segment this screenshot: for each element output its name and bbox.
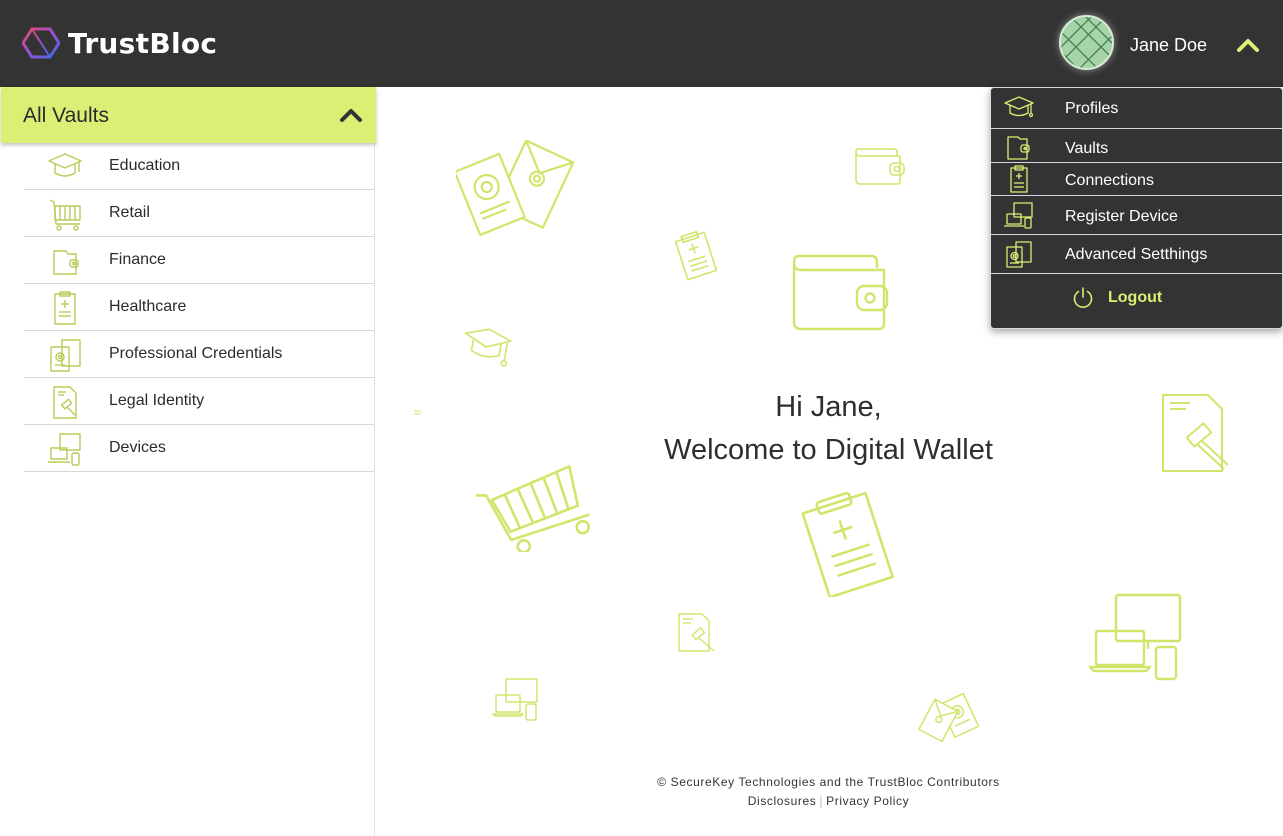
menu-item-vaults[interactable]: Vaults — [991, 129, 1283, 163]
vault-item-retail[interactable]: Retail — [24, 190, 374, 237]
chevron-up-icon[interactable] — [1236, 36, 1260, 54]
vault-item-label: Devices — [109, 439, 166, 456]
menu-item-label: Vaults — [1065, 140, 1109, 157]
passport-documents-icon — [918, 692, 980, 743]
page-footer: © SecureKey Technologies and the TrustBl… — [376, 773, 1281, 811]
clipboard-icon — [1010, 165, 1028, 193]
vault-item-label: Education — [109, 157, 181, 174]
vault-item-education[interactable]: Education — [24, 143, 374, 190]
trustbloc-logo[interactable]: TrustBloc — [22, 26, 217, 60]
vault-item-devices[interactable]: Devices — [24, 425, 374, 472]
wallet-icon — [53, 250, 79, 275]
medical-clipboard-icon — [54, 291, 76, 325]
menu-item-connections[interactable]: Connections — [991, 163, 1283, 196]
devices-icon — [1004, 202, 1033, 229]
menu-item-profiles[interactable]: Profiles — [991, 88, 1283, 129]
graduation-cap-icon — [464, 328, 512, 367]
vault-item-label: Professional Credentials — [109, 345, 283, 362]
medical-clipboard-icon — [674, 230, 718, 281]
shopping-cart-icon — [49, 199, 81, 231]
footer-separator: | — [819, 794, 824, 808]
legal-document-icon — [678, 613, 715, 652]
vault-list: Education Retail Finance Healthcare Prof… — [24, 143, 374, 472]
legal-document-icon — [53, 386, 77, 419]
logout-label: Logout — [1108, 289, 1163, 306]
wallet-icon — [1007, 136, 1030, 160]
top-header: TrustBloc Jane Doe — [0, 0, 1283, 87]
menu-item-label: Profiles — [1065, 100, 1119, 117]
chevron-up-icon — [340, 109, 362, 122]
menu-item-register-device[interactable]: Register Device — [991, 196, 1283, 235]
devices-icon — [492, 678, 538, 721]
welcome-message: Hi Jane, Welcome to Digital Wallet — [376, 386, 1281, 472]
graduation-cap-icon — [48, 153, 82, 177]
hexagon-logo-icon — [22, 27, 60, 59]
wallet-icon — [792, 254, 889, 331]
devices-icon — [48, 433, 81, 466]
avatar-pattern-icon — [1061, 17, 1112, 68]
vault-item-label: Retail — [109, 204, 150, 221]
vault-item-legal-identity[interactable]: Legal Identity — [24, 378, 374, 425]
menu-item-advanced-settings[interactable]: Advanced Setthings — [991, 235, 1283, 274]
graduation-cap-icon — [1004, 96, 1034, 118]
vault-item-finance[interactable]: Finance — [24, 237, 374, 284]
logout-button[interactable]: Logout — [1071, 286, 1162, 310]
credentials-icon — [1006, 241, 1032, 268]
vault-item-label: Healthcare — [109, 298, 187, 315]
credentials-icon — [50, 339, 81, 372]
vault-item-label: Legal Identity — [109, 392, 205, 409]
vault-item-label: Finance — [109, 251, 166, 268]
copyright-text: © SecureKey Technologies and the TrustBl… — [657, 775, 1000, 789]
vault-sidebar: All Vaults Education Retail Finance Heal… — [0, 87, 376, 836]
wallet-icon — [855, 148, 905, 185]
menu-item-label: Register Device — [1065, 208, 1178, 225]
vault-item-professional-credentials[interactable]: Professional Credentials — [24, 331, 374, 378]
brand-name: TrustBloc — [68, 26, 218, 60]
user-name: Jane Doe — [1130, 35, 1208, 55]
disclosures-link[interactable]: Disclosures — [748, 794, 817, 808]
user-menu-dropdown: Profiles Vaults Connections Register Dev… — [990, 87, 1283, 329]
menu-item-label: Advanced Setthings — [1065, 246, 1208, 263]
all-vaults-title: All Vaults — [23, 104, 109, 127]
shopping-cart-icon — [476, 465, 591, 552]
greeting-line: Hi Jane, — [775, 391, 882, 423]
devices-icon — [1088, 593, 1182, 681]
vault-item-healthcare[interactable]: Healthcare — [24, 284, 374, 331]
medical-clipboard-icon — [801, 491, 894, 597]
passport-documents-icon — [456, 140, 575, 237]
welcome-line: Welcome to Digital Wallet — [664, 434, 993, 466]
all-vaults-toggle[interactable]: All Vaults — [1, 87, 376, 143]
menu-item-label: Connections — [1065, 172, 1154, 189]
power-icon — [1073, 287, 1093, 308]
privacy-policy-link[interactable]: Privacy Policy — [826, 794, 909, 808]
avatar[interactable] — [1059, 15, 1114, 70]
